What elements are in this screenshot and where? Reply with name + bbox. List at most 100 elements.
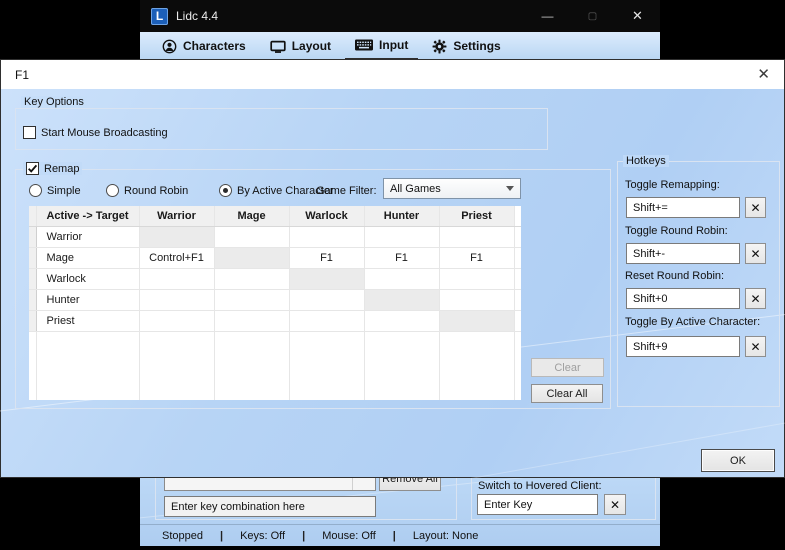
map-cell[interactable]: Control+F1	[139, 247, 214, 268]
chevron-down-icon	[506, 186, 514, 191]
map-cell[interactable]	[214, 310, 289, 331]
map-cell[interactable]	[439, 226, 514, 247]
table-row: Warlock	[29, 268, 521, 289]
table-row: Warrior	[29, 226, 521, 247]
map-cell[interactable]	[439, 310, 514, 331]
table-row: Hunter	[29, 289, 521, 310]
status-separator: |	[393, 530, 396, 542]
ok-button[interactable]: OK	[701, 449, 775, 472]
remap-checkbox[interactable]	[26, 162, 39, 175]
key-options-label: Key Options	[21, 96, 87, 108]
remap-table: Active -> Target Warrior Mage Warlock Hu…	[29, 206, 521, 400]
row-label: Priest	[36, 310, 139, 331]
tab-settings[interactable]: Settings	[422, 32, 510, 60]
map-cell[interactable]	[364, 289, 439, 310]
map-cell[interactable]	[214, 226, 289, 247]
status-layout: Layout: None	[413, 530, 478, 542]
row-selector[interactable]	[29, 310, 36, 331]
remove-all-button[interactable]: Remove All	[379, 478, 441, 491]
clear-hotkey-icon[interactable]: ✕	[745, 336, 766, 357]
clear-hotkey-icon[interactable]: ✕	[745, 243, 766, 264]
map-cell[interactable]	[364, 310, 439, 331]
main-window-bottom: Remove All Switch to Hovered Client: ✕ S…	[140, 478, 660, 546]
map-cell[interactable]	[439, 289, 514, 310]
map-cell[interactable]: F1	[289, 247, 364, 268]
map-cell[interactable]	[289, 310, 364, 331]
tab-label: Input	[379, 38, 408, 52]
col-header: Active -> Target	[36, 206, 139, 226]
toggle-by-active-character-input[interactable]	[626, 336, 740, 357]
tab-layout[interactable]: Layout	[260, 32, 341, 60]
clear-all-button[interactable]: Clear All	[531, 384, 603, 403]
map-cell[interactable]	[439, 268, 514, 289]
start-mouse-broadcasting-checkbox[interactable]	[23, 126, 36, 139]
dialog-header: F1 ✕	[1, 60, 784, 89]
key-list-clipped[interactable]	[164, 478, 376, 491]
mode-round-robin-label: Round Robin	[124, 185, 188, 197]
map-cell[interactable]	[364, 268, 439, 289]
map-cell[interactable]: F1	[364, 247, 439, 268]
table-empty-area	[29, 331, 521, 400]
mode-simple-label: Simple	[47, 185, 81, 197]
row-label: Warrior	[36, 226, 139, 247]
map-cell[interactable]	[139, 289, 214, 310]
row-selector[interactable]	[29, 226, 36, 247]
map-cell[interactable]	[289, 226, 364, 247]
status-separator: |	[220, 530, 223, 542]
toggle-round-robin-label: Toggle Round Robin:	[625, 225, 728, 237]
minimize-button[interactable]: —	[525, 0, 570, 32]
reset-round-robin-input[interactable]	[626, 288, 740, 309]
row-selector-header	[29, 206, 36, 226]
map-cell[interactable]	[139, 268, 214, 289]
key-dialog: F1 ✕ Key Options Start Mouse Broadcastin…	[0, 59, 785, 478]
radio-icon	[29, 184, 42, 197]
map-cell[interactable]	[289, 289, 364, 310]
map-cell[interactable]	[139, 226, 214, 247]
key-combination-input[interactable]	[164, 496, 376, 517]
switch-hovered-client-label: Switch to Hovered Client:	[478, 480, 602, 492]
mode-round-robin[interactable]: Round Robin	[106, 184, 188, 197]
toggle-remapping-input[interactable]	[626, 197, 740, 218]
close-button[interactable]: ✕	[615, 0, 660, 32]
game-filter-dropdown[interactable]: All Games	[383, 178, 521, 199]
map-cell[interactable]	[214, 268, 289, 289]
col-header: Warlock	[289, 206, 364, 226]
map-cell[interactable]	[139, 310, 214, 331]
remap-label: Remap	[44, 163, 79, 175]
tab-characters[interactable]: Characters	[152, 32, 256, 60]
tab-bar: Characters Layout Input Settings	[140, 32, 660, 60]
clear-button[interactable]: Clear	[531, 358, 604, 377]
row-label: Warlock	[36, 268, 139, 289]
map-cell[interactable]	[214, 247, 289, 268]
clear-switch-key-icon[interactable]: ✕	[604, 494, 626, 515]
row-selector[interactable]	[29, 289, 36, 310]
toggle-round-robin-input[interactable]	[626, 243, 740, 264]
clear-hotkey-icon[interactable]: ✕	[745, 197, 766, 218]
dialog-close-icon[interactable]: ✕	[757, 67, 770, 82]
tab-label: Layout	[292, 39, 331, 53]
game-filter-label: Game Filter:	[316, 185, 377, 197]
row-selector[interactable]	[29, 247, 36, 268]
table-filler	[514, 206, 521, 226]
switch-key-input[interactable]	[477, 494, 598, 515]
tab-input[interactable]: Input	[345, 32, 418, 60]
start-mouse-broadcasting-label: Start Mouse Broadcasting	[41, 127, 168, 139]
toggle-by-active-character-label: Toggle By Active Character:	[625, 316, 760, 328]
monitor-icon	[270, 39, 286, 54]
map-cell[interactable]	[214, 289, 289, 310]
tab-label: Characters	[183, 39, 246, 53]
col-header: Warrior	[139, 206, 214, 226]
clear-hotkey-icon[interactable]: ✕	[745, 288, 766, 309]
main-window-top: L Lidc 4.4 — ▢ ✕ Characters Layout Input	[140, 0, 660, 60]
row-selector[interactable]	[29, 268, 36, 289]
mode-simple[interactable]: Simple	[29, 184, 81, 197]
row-label: Mage	[36, 247, 139, 268]
radio-selected-icon	[219, 184, 232, 197]
maximize-button[interactable]: ▢	[570, 0, 615, 32]
map-cell[interactable]	[289, 268, 364, 289]
table-row: Mage Control+F1 F1 F1 F1	[29, 247, 521, 268]
map-cell[interactable]: F1	[439, 247, 514, 268]
remove-all-button-clip: Remove All	[379, 478, 441, 491]
list-divider	[352, 478, 353, 491]
map-cell[interactable]	[364, 226, 439, 247]
